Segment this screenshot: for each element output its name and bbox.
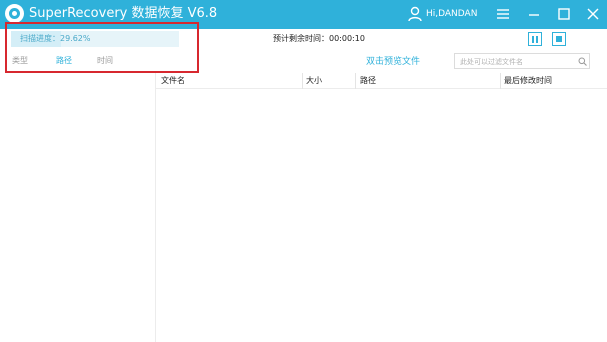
tab-time[interactable]: 时间 bbox=[97, 55, 113, 67]
filter-search-input[interactable] bbox=[460, 56, 572, 67]
table-header: 文件名 大小 路径 最后修改时间 bbox=[156, 73, 607, 89]
tab-path[interactable]: 路径 bbox=[56, 55, 72, 67]
table-body[interactable] bbox=[156, 89, 607, 342]
app-title: SuperRecovery 数据恢复 V6.8 bbox=[29, 6, 218, 21]
preview-file-link[interactable]: 双击预览文件 bbox=[366, 56, 420, 68]
remaining-time-text: 预计剩余时间：00:00:10 bbox=[273, 34, 365, 43]
minimize-icon[interactable] bbox=[525, 5, 543, 23]
stop-icon bbox=[556, 36, 562, 42]
tab-type[interactable]: 类型 bbox=[12, 55, 28, 67]
file-list-table: 文件名 大小 路径 最后修改时间 bbox=[156, 73, 607, 342]
search-icon[interactable] bbox=[578, 57, 587, 66]
column-divider[interactable] bbox=[302, 73, 303, 89]
directory-tree-pane[interactable] bbox=[0, 73, 156, 342]
column-header-size[interactable]: 大小 bbox=[306, 76, 322, 86]
filter-search-box[interactable] bbox=[454, 53, 590, 69]
column-header-path[interactable]: 路径 bbox=[360, 76, 376, 86]
column-divider[interactable] bbox=[500, 73, 501, 89]
maximize-icon[interactable] bbox=[555, 5, 573, 23]
app-logo-icon bbox=[5, 4, 24, 23]
menu-icon[interactable] bbox=[494, 5, 512, 23]
scan-progress-bar: 扫描进度：29.62% bbox=[11, 31, 179, 47]
stop-button[interactable] bbox=[552, 32, 566, 46]
user-icon[interactable] bbox=[408, 6, 422, 22]
column-divider[interactable] bbox=[355, 73, 356, 89]
user-name[interactable]: Hi,DANDAN bbox=[426, 9, 477, 20]
super-recovery-window: SuperRecovery 数据恢复 V6.8 Hi,DANDAN 扫描进度：2… bbox=[0, 0, 607, 342]
pause-button[interactable] bbox=[528, 32, 542, 46]
scan-progress-label: 扫描进度：29.62% bbox=[20, 34, 91, 43]
close-icon[interactable] bbox=[584, 5, 602, 23]
column-header-modified-time[interactable]: 最后修改时间 bbox=[504, 76, 552, 86]
title-bar: SuperRecovery 数据恢复 V6.8 Hi,DANDAN bbox=[0, 0, 607, 29]
column-header-filename[interactable]: 文件名 bbox=[161, 76, 185, 86]
